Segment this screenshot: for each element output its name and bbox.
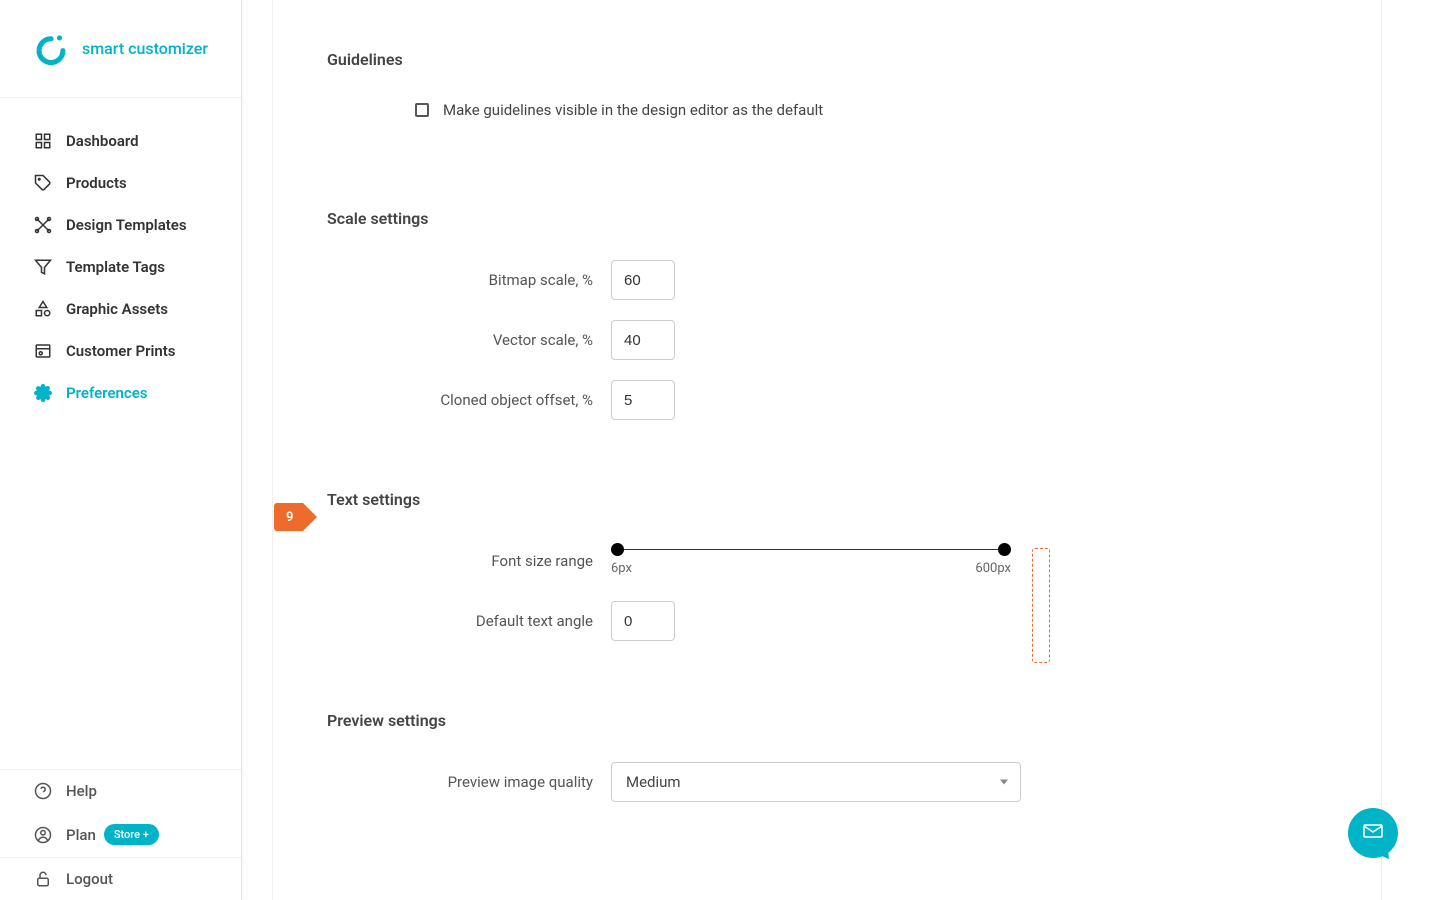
chat-support-button[interactable] — [1348, 808, 1398, 858]
gear-icon — [34, 384, 52, 402]
sidebar-item-design-templates[interactable]: Design Templates — [0, 204, 241, 246]
sidebar-item-logout[interactable]: Logout — [0, 858, 241, 900]
default-text-angle-label: Default text angle — [327, 612, 611, 630]
sidebar: smart customizer Dashboard Products Desi… — [0, 0, 242, 900]
help-icon — [34, 782, 52, 800]
vector-scale-input[interactable] — [611, 320, 675, 360]
sidebar-item-label: Customer Prints — [66, 342, 176, 360]
tag-icon — [34, 174, 52, 192]
main-content: Guidelines Make guidelines visible in th… — [272, 0, 1382, 900]
tour-step-badge[interactable]: 9 — [274, 503, 303, 531]
section-title-guidelines: Guidelines — [327, 50, 1327, 69]
preview-quality-value: Medium — [626, 773, 681, 791]
sidebar-item-graphic-assets[interactable]: Graphic Assets — [0, 288, 241, 330]
font-size-range-slider[interactable]: 6px 600px — [611, 541, 1011, 581]
sidebar-item-label: Help — [66, 782, 97, 800]
sidebar-item-help[interactable]: Help — [0, 770, 241, 812]
guidelines-checkbox-label: Make guidelines visible in the design ed… — [443, 101, 823, 119]
guidelines-checkbox-row[interactable]: Make guidelines visible in the design ed… — [327, 101, 1327, 119]
sidebar-item-label: Products — [66, 174, 127, 192]
slider-handle-min[interactable] — [611, 543, 624, 556]
slider-min-label: 6px — [611, 561, 632, 576]
sidebar-item-label: Template Tags — [66, 258, 165, 276]
sidebar-item-label: Logout — [66, 870, 113, 888]
sidebar-item-label: Plan — [66, 826, 96, 844]
nav-bottom: Help Plan Store + Logout — [0, 769, 241, 900]
logo-area[interactable]: smart customizer — [0, 0, 241, 98]
sidebar-item-template-tags[interactable]: Template Tags — [0, 246, 241, 288]
mail-icon — [1361, 819, 1385, 847]
section-title-scale: Scale settings — [327, 209, 1327, 228]
preview-quality-label: Preview image quality — [327, 773, 611, 791]
user-icon — [34, 826, 52, 844]
sidebar-item-label: Dashboard — [66, 132, 139, 150]
logout-icon — [34, 870, 52, 888]
cloned-offset-label: Cloned object offset, % — [327, 391, 611, 409]
vector-scale-label: Vector scale, % — [327, 331, 611, 349]
shapes-icon — [34, 300, 52, 318]
cloned-offset-input[interactable] — [611, 380, 675, 420]
bitmap-scale-label: Bitmap scale, % — [327, 271, 611, 289]
section-title-text: Text settings — [327, 490, 1327, 509]
plan-badge: Store + — [104, 824, 159, 845]
slider-handle-max[interactable] — [998, 543, 1011, 556]
default-text-angle-input[interactable] — [611, 601, 675, 641]
nav-main: Dashboard Products Design Templates Temp… — [0, 98, 241, 769]
app-name: smart customizer — [82, 39, 208, 58]
bitmap-scale-input[interactable] — [611, 260, 675, 300]
sidebar-item-customer-prints[interactable]: Customer Prints — [0, 330, 241, 372]
prints-icon — [34, 342, 52, 360]
font-size-range-label: Font size range — [327, 552, 611, 570]
sidebar-item-preferences[interactable]: Preferences — [0, 372, 241, 414]
sidebar-item-products[interactable]: Products — [0, 162, 241, 204]
checkbox-icon[interactable] — [415, 103, 429, 117]
tour-step-number: 9 — [286, 510, 293, 525]
sidebar-item-label: Preferences — [66, 384, 148, 402]
preview-quality-select[interactable]: Medium — [611, 762, 1021, 802]
section-title-preview: Preview settings — [327, 711, 1327, 730]
sidebar-item-label: Graphic Assets — [66, 300, 168, 318]
sidebar-item-plan[interactable]: Plan Store + — [0, 812, 241, 857]
slider-max-label: 600px — [975, 561, 1011, 576]
chevron-down-icon — [1000, 780, 1008, 785]
sidebar-item-dashboard[interactable]: Dashboard — [0, 120, 241, 162]
dashboard-icon — [34, 132, 52, 150]
sidebar-item-label: Design Templates — [66, 216, 187, 234]
logo-icon — [34, 32, 68, 66]
filter-icon — [34, 258, 52, 276]
slider-track — [617, 549, 1005, 550]
design-icon — [34, 216, 52, 234]
